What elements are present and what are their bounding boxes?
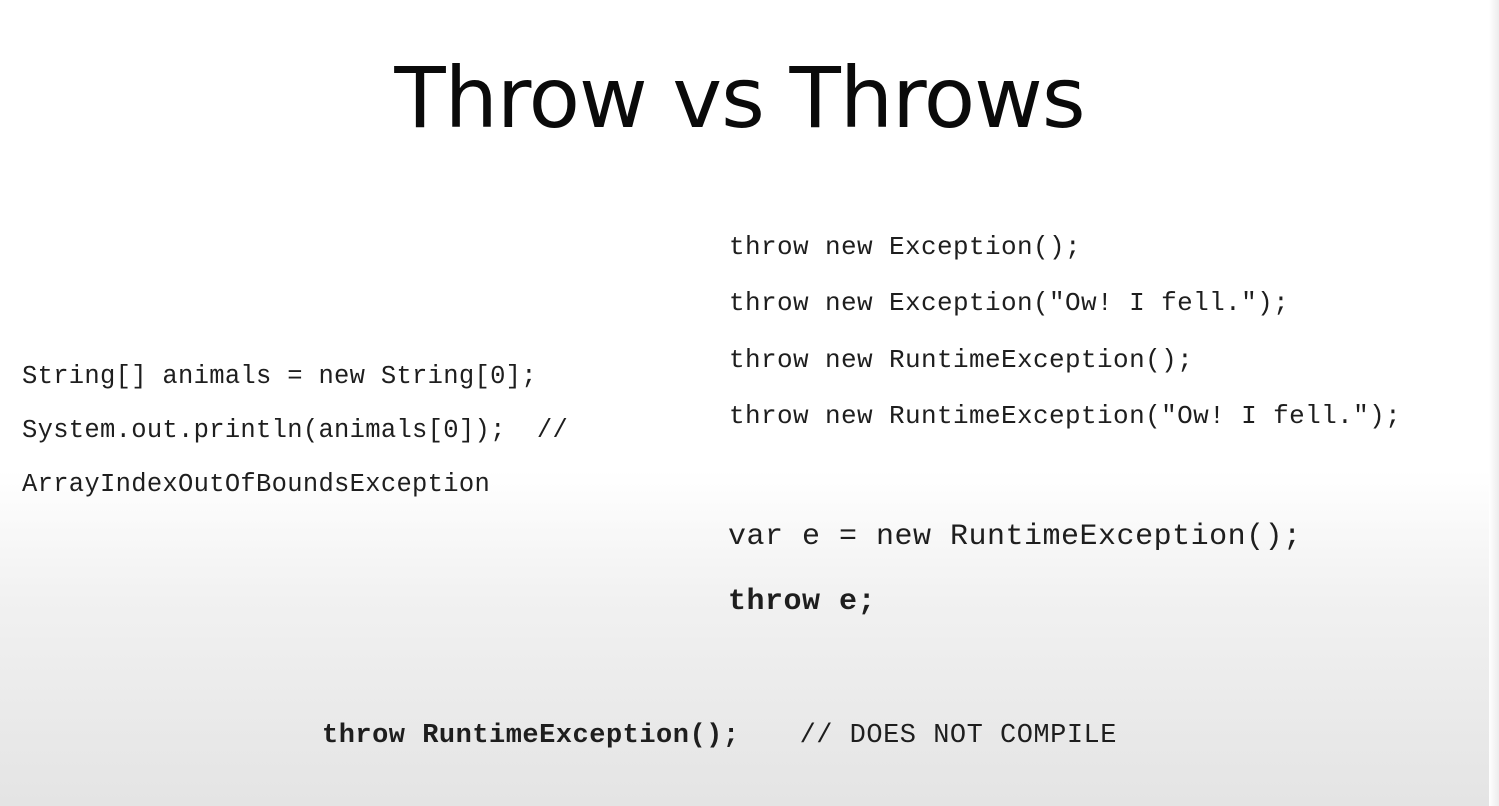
code-line-throw-runtime-exception-message: throw new RuntimeException("Ow! I fell."… xyxy=(729,401,1402,431)
code-line-exception-name: ArrayIndexOutOfBoundsException xyxy=(22,470,491,499)
invalid-throw-statement: throw RuntimeException(); xyxy=(322,721,740,751)
code-line-throw-exception: throw new Exception(); xyxy=(729,232,1082,262)
code-line-throw-exception-message: throw new Exception("Ow! I fell."); xyxy=(729,288,1290,318)
code-line-var-e: var e = new RuntimeException(); xyxy=(728,520,1302,554)
code-line-println: System.out.println(animals[0]); // xyxy=(22,416,569,445)
code-line-throw-runtime-exception: throw new RuntimeException(); xyxy=(729,345,1194,375)
does-not-compile-comment: // DOES NOT COMPILE xyxy=(799,721,1117,751)
slide-right-edge xyxy=(1489,0,1499,806)
code-line-does-not-compile: throw RuntimeException(); // DOES NOT COM… xyxy=(322,721,1117,751)
code-line-string-array: String[] animals = new String[0]; xyxy=(22,362,537,391)
code-line-throw-e: throw e; xyxy=(728,585,877,619)
slide-title: Throw vs Throws xyxy=(394,49,1085,147)
